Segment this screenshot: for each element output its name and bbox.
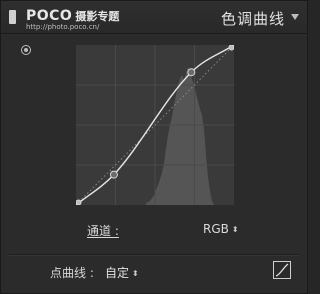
curve-control-point[interactable] [109,170,118,179]
edit-point-curve-button[interactable] [273,261,291,279]
divider [9,254,299,256]
channel-value[interactable]: RGB [203,222,229,236]
panel-header[interactable]: POCO 摄影专题 http://photo.poco.cn/ 色调曲线 [1,1,307,34]
curve-control-point[interactable] [187,68,196,77]
watermark-brand-sub: 摄影专题 [75,10,120,23]
channel-row: 通道 : RGB ⬍ [1,213,307,243]
panel-title: 色调曲线 [220,10,285,28]
tone-curve-panel: POCO 摄影专题 http://photo.poco.cn/ 色调曲线 通道 … [0,0,308,294]
collapse-arrow-icon[interactable] [291,14,299,20]
tone-curve-graph[interactable] [76,45,234,205]
point-curve-value[interactable]: 自定 [105,266,129,280]
curve-svg[interactable] [76,45,234,205]
watermark: POCO 摄影专题 http://photo.poco.cn/ [26,5,119,31]
collapse-handle-icon[interactable] [9,10,16,24]
channel-select[interactable]: RGB ⬍ [203,222,239,236]
curve-control-point[interactable] [76,199,82,205]
up-down-arrows-icon[interactable]: ⬍ [132,269,139,278]
watermark-brand: POCO [26,8,73,24]
curve-control-point[interactable] [228,45,234,51]
target-adjust-icon[interactable] [21,45,31,55]
point-curve-label: 点曲线 : [50,266,94,280]
watermark-url: http://photo.poco.cn/ [26,23,100,31]
point-curve-row: 点曲线 : 自定 ⬍ [1,257,307,287]
up-down-arrows-icon[interactable]: ⬍ [232,225,239,234]
edit-point-curve-icon[interactable] [274,262,290,278]
point-curve-select[interactable]: 自定 ⬍ [105,264,139,281]
channel-label: 通道 : [87,224,119,238]
